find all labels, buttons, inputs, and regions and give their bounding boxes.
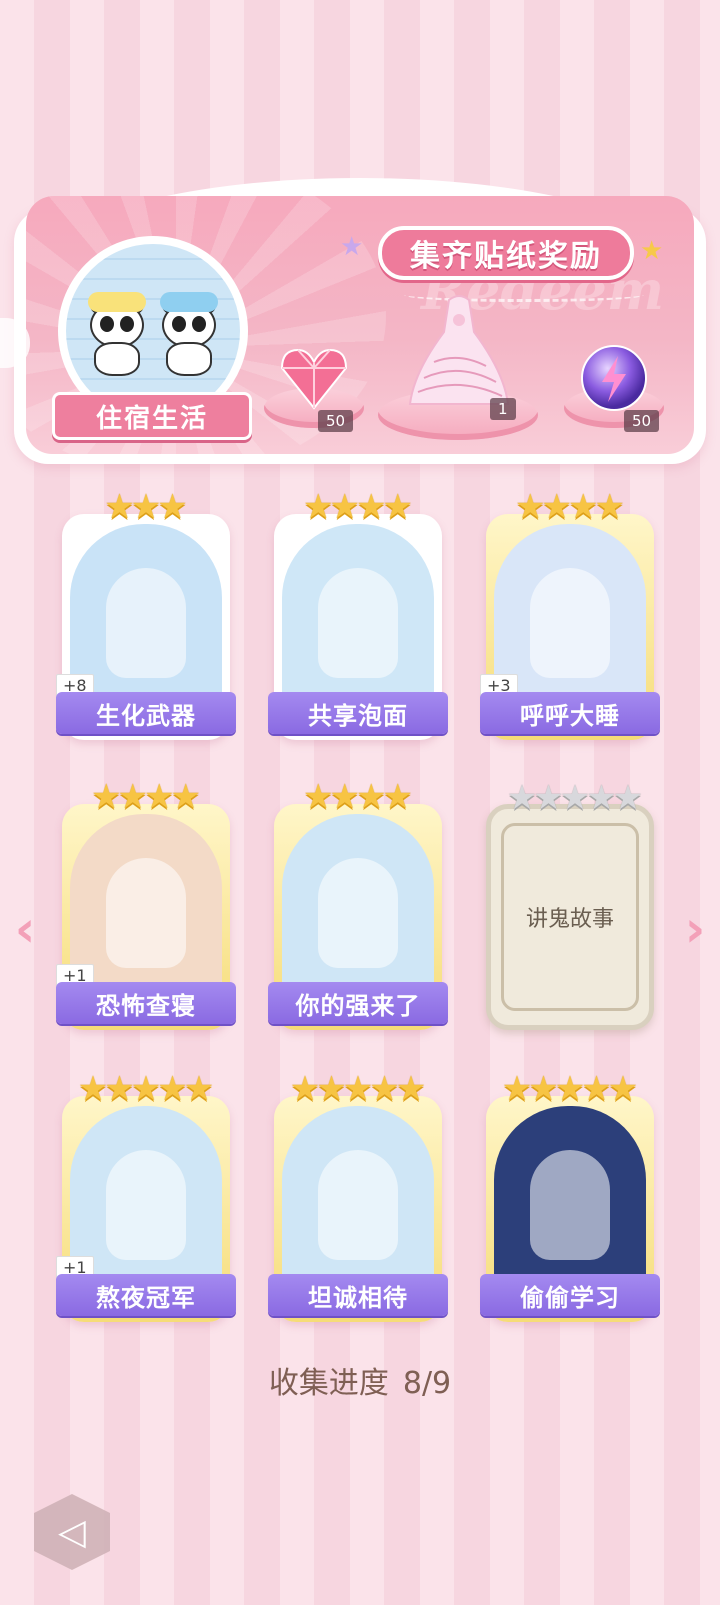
dress-icon [408,295,510,405]
sticker-card[interactable]: ★ ★ ★ ★ +3 呼呼大睡 [480,490,660,740]
character-illustration [106,1150,186,1260]
progress-label: 收集进度 [268,1366,389,1401]
star-icon: ★ [170,777,201,817]
sticker-label: 熬夜冠军 [56,1274,236,1316]
sticker-title: 熬夜冠军 [96,1283,196,1312]
star-rating: ★ ★ ★ ★ [62,776,230,814]
sticker-card[interactable]: ★ ★ ★ ★ +1 恐怖查寝 [56,780,236,1030]
character-illustration [530,568,610,678]
sticker-card[interactable]: ★ ★ ★ ★ ★ +1 熬夜冠军 [56,1072,236,1322]
star-rating: ★ ★ ★ ★ [486,486,654,524]
reward-count: 50 [624,410,660,432]
character-illustration [106,858,186,968]
star-rating: ★ ★ ★ ★ [274,776,442,814]
sticker-title: 生化武器 [96,701,196,730]
reward-banner: Redeem ★ 集齐贴纸奖励 ★ 住宿生活 50 1 50 [14,178,706,466]
star-icon: ★ [157,487,188,527]
sticker-title: 偷偷学习 [520,1283,620,1312]
next-page-arrow-icon[interactable]: › [678,904,712,956]
reward-count: 1 [490,398,516,420]
sticker-label: 恐怖查寝 [56,982,236,1024]
sticker-art [282,524,434,714]
character-illustration [318,568,398,678]
energy-orb-icon [581,345,647,411]
sticker-title: 共享泡面 [308,701,408,730]
star-rating: ★ ★ ★ ★ ★ [274,1068,442,1106]
sticker-label: 共享泡面 [268,692,448,734]
sticker-card[interactable]: ★ ★ ★ ★ ★ 偷偷学习 [480,1072,660,1322]
sticker-art [282,814,434,1004]
reward-diamond[interactable]: 50 [256,336,366,436]
reward-energy[interactable]: 50 [560,336,670,436]
sticker-label: 呼呼大睡 [480,692,660,734]
character-illustration [530,1150,610,1260]
character-illustration [318,1150,398,1260]
pink-diamond-icon [280,348,348,410]
sticker-title: 你的强来了 [295,991,421,1020]
star-icon: ★ [395,1069,427,1109]
sticker-title: 坦诚相待 [308,1283,408,1312]
star-icon: ★ [340,232,364,262]
reward-dress[interactable]: 1 [374,292,544,442]
collection-progress: 收集进度 8/9 [0,1358,720,1402]
prev-page-arrow-icon[interactable]: ‹ [8,904,42,956]
star-icon: ★ [382,487,413,527]
sticker-label: 生化武器 [56,692,236,734]
reward-count: 50 [318,410,354,432]
sticker-label: 偷偷学习 [480,1274,660,1316]
sticker-title: 讲鬼故事 [525,907,614,932]
sticker-label: 坦诚相待 [268,1274,448,1316]
star-icon: ★ [607,1069,639,1109]
star-icon: ★ [640,236,664,266]
star-rating: ★ ★ ★ [62,486,230,524]
back-icon: ◁ [58,1511,86,1553]
star-rating: ★ ★ ★ ★ ★ [62,1068,230,1106]
character-illustration [106,568,186,678]
theme-label: 住宿生活 [52,392,252,440]
sticker-label: 你的强来了 [268,982,448,1024]
progress-value: 8/9 [402,1366,452,1401]
panda-icon [86,288,148,376]
sticker-title: 恐怖查寝 [96,991,196,1020]
sticker-card[interactable]: ★ ★ ★ ★ ★ 坦诚相待 [268,1072,448,1322]
star-rating: ★ ★ ★ ★ ★ [486,1068,654,1106]
sticker-card[interactable]: ★ ★ ★ ★ 共享泡面 [268,490,448,740]
theme-label-text: 住宿生活 [95,403,208,434]
star-icon: ★ [382,777,413,817]
character-illustration [318,858,398,968]
star-icon: ★ [183,1069,215,1109]
star-icon: ★ [594,487,625,527]
banner-title: 集齐贴纸奖励 [378,226,634,280]
sticker-card[interactable]: ★ ★ ★ +8 生化武器 [56,490,236,740]
star-rating: ★ ★ ★ ★ [274,486,442,524]
locked-frame: 讲鬼故事 [501,823,639,1011]
panda-icon [158,288,220,376]
banner-title-text: 集齐贴纸奖励 [410,239,602,274]
back-button[interactable]: ◁ [34,1494,110,1570]
sticker-card-locked[interactable]: ★ ★ ★ ★ ★ 讲鬼故事 [486,781,654,1030]
sticker-card[interactable]: ★ ★ ★ ★ 你的强来了 [268,780,448,1030]
sticker-art [282,1106,434,1296]
star-rating: ★ ★ ★ ★ ★ [491,777,659,815]
banner-inner: Redeem ★ 集齐贴纸奖励 ★ 住宿生活 50 1 50 [26,196,694,454]
sticker-art [494,1106,646,1296]
star-empty-icon: ★ [612,778,644,818]
sticker-title: 呼呼大睡 [520,701,620,730]
